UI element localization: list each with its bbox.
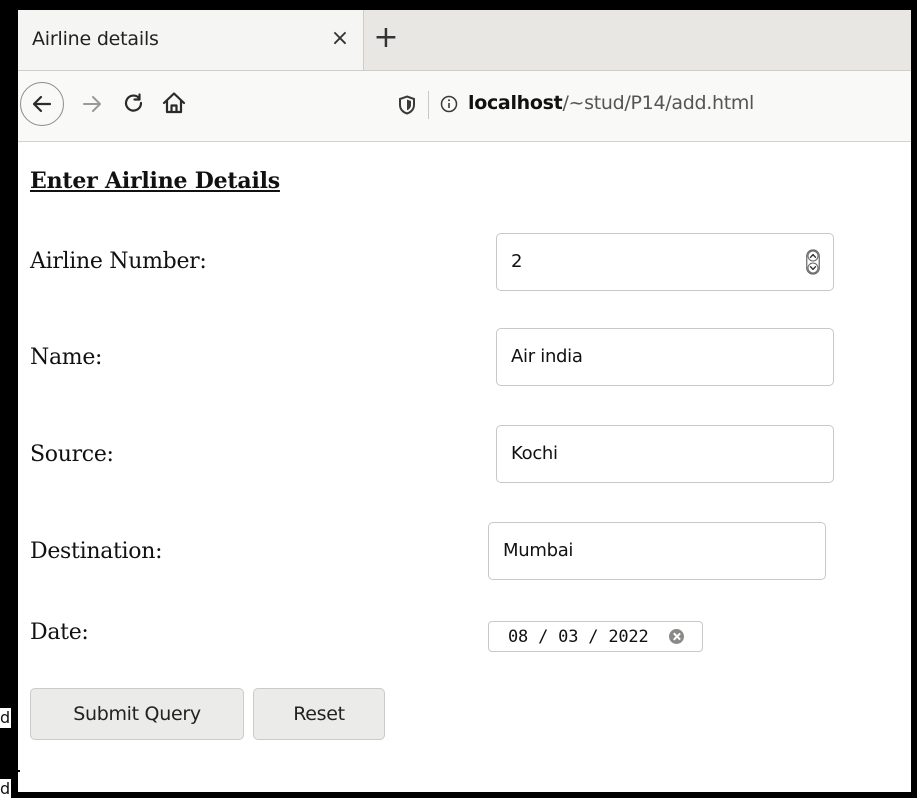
date-label: Date:	[30, 620, 89, 645]
frame-left	[0, 0, 18, 798]
number-spinner-icon[interactable]	[806, 241, 820, 283]
edge-divider	[0, 770, 20, 772]
source-value: Kochi	[511, 443, 558, 464]
page-title: Enter Airline Details	[30, 168, 280, 194]
reset-button[interactable]: Reset	[253, 688, 385, 740]
reload-icon[interactable]	[122, 92, 146, 116]
source-input[interactable]: Kochi	[496, 425, 834, 483]
url-text: localhost/~stud/P14/add.html	[468, 92, 754, 114]
back-arrow-icon[interactable]	[20, 82, 64, 126]
close-tab-icon[interactable]: ×	[327, 24, 353, 54]
date-input[interactable]: 08 / 03 / 2022	[488, 621, 703, 652]
screenshot-page: Airline details × + localhost/~stud/P14/…	[0, 0, 917, 798]
forward-arrow-icon[interactable]	[80, 92, 104, 116]
submit-button[interactable]: Submit Query	[30, 688, 244, 740]
new-tab-icon[interactable]: +	[370, 20, 402, 56]
source-label: Source:	[30, 442, 114, 467]
info-icon[interactable]	[440, 95, 458, 113]
airline-number-input[interactable]: 2	[496, 233, 834, 291]
frame-bottom	[0, 792, 917, 798]
destination-label: Destination:	[30, 539, 163, 564]
destination-value: Mumbai	[503, 540, 574, 561]
clear-date-icon[interactable]	[669, 629, 684, 644]
page-content: Enter Airline Details Airline Number: 2 …	[18, 142, 911, 792]
address-bar[interactable]: localhost/~stud/P14/add.html	[376, 83, 911, 127]
name-input[interactable]: Air india	[496, 328, 834, 386]
navigation-toolbar: localhost/~stud/P14/add.html	[18, 71, 911, 142]
frame-top	[0, 0, 917, 10]
destination-input[interactable]: Mumbai	[488, 522, 826, 580]
name-value: Air india	[511, 346, 583, 367]
tab-strip: Airline details × +	[18, 10, 911, 71]
url-path: /~stud/P14/add.html	[562, 92, 755, 114]
edge-text-fragment: d	[0, 779, 12, 798]
home-icon[interactable]	[161, 90, 187, 116]
edge-text-fragment: d	[0, 708, 12, 728]
date-value: 08 / 03 / 2022	[508, 627, 649, 647]
tab-airline-details[interactable]: Airline details ×	[18, 10, 364, 70]
shield-icon[interactable]	[398, 95, 416, 115]
address-bar-separator	[428, 91, 429, 119]
url-host: localhost	[468, 92, 563, 114]
airline-number-value: 2	[511, 251, 523, 272]
frame-right	[911, 0, 917, 798]
tab-title: Airline details	[32, 28, 159, 50]
airline-number-label: Airline Number:	[30, 249, 207, 274]
name-label: Name:	[30, 345, 103, 370]
